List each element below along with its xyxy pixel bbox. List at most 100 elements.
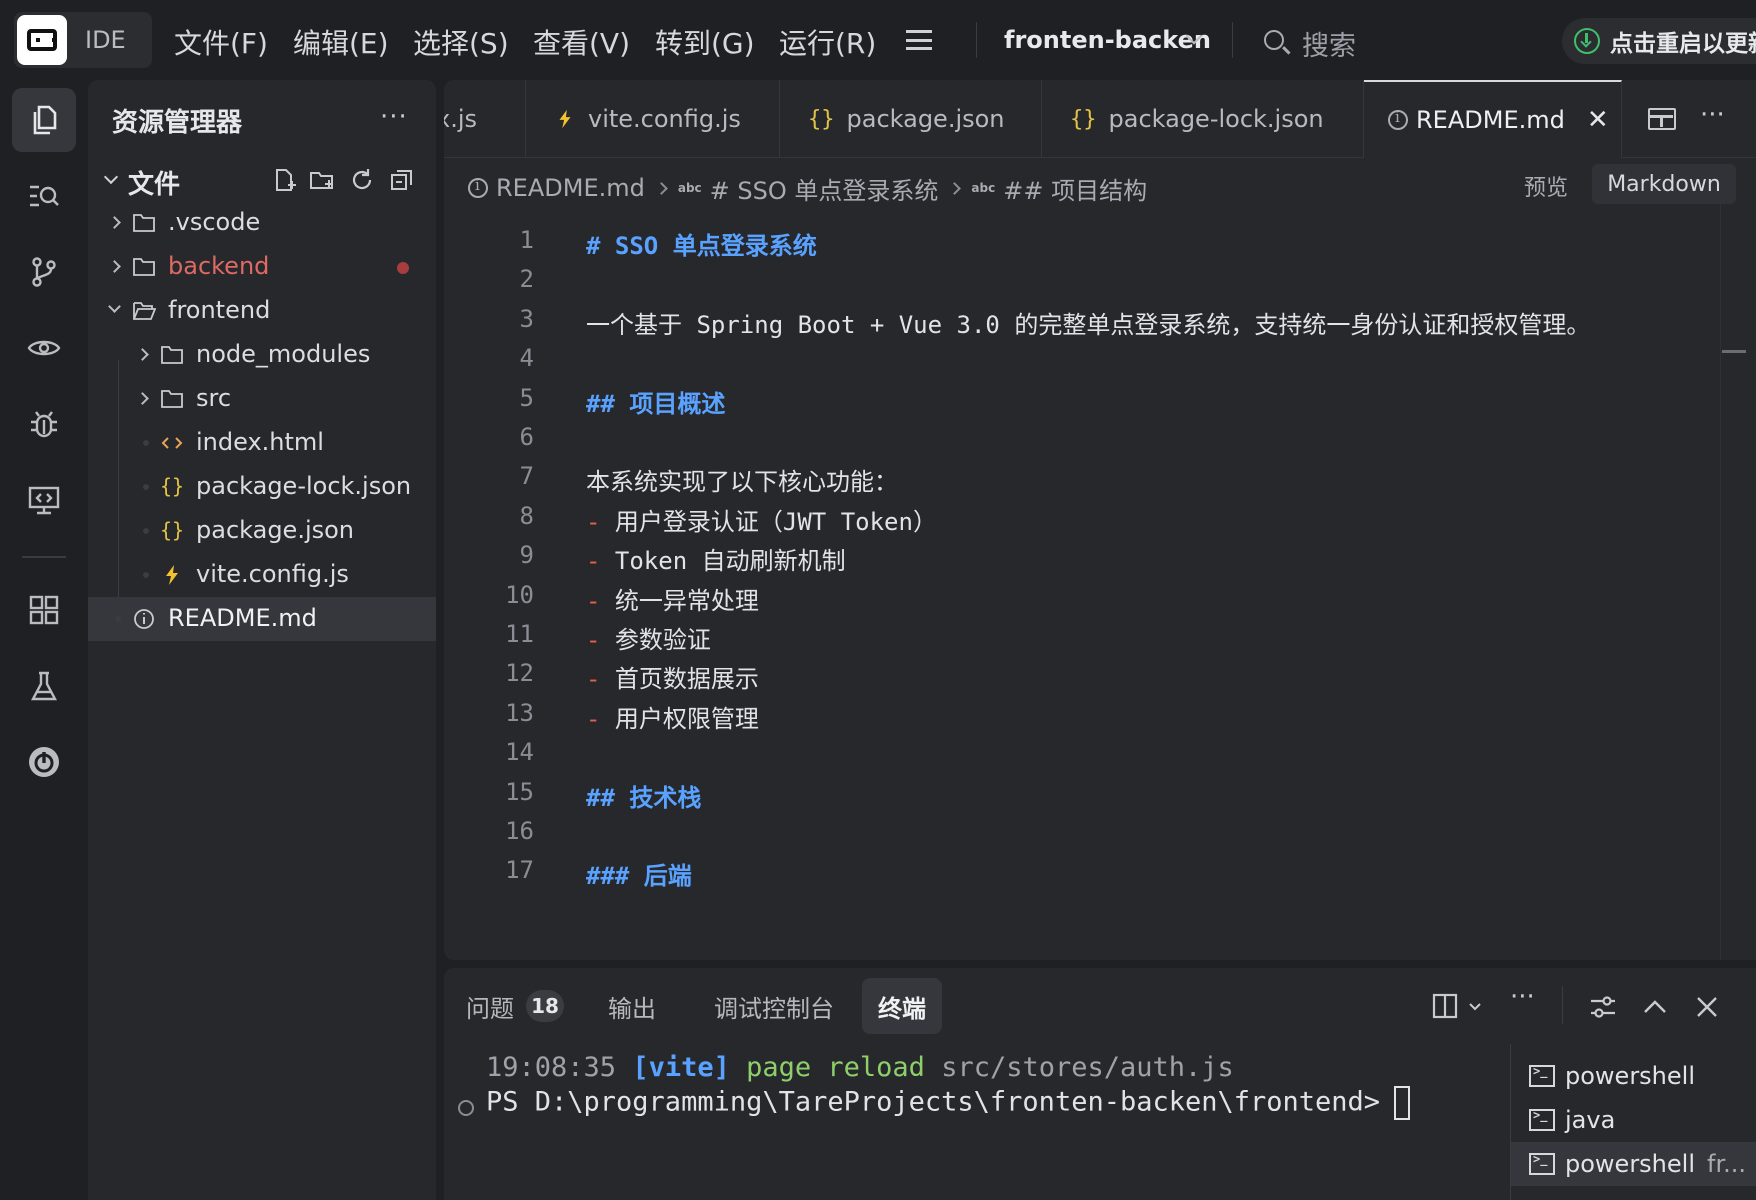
- breadcrumb-heading-2[interactable]: ## 项目结构: [1003, 171, 1147, 206]
- explorer-sidebar: 资源管理器 ··· 文件 .vscode backend frontend no…: [88, 80, 436, 1200]
- search-box[interactable]: 搜索: [1302, 24, 1356, 63]
- terminal-output[interactable]: 19:08:35 [vite] page reload src/stores/a…: [444, 1048, 1504, 1200]
- breadcrumb-file[interactable]: README.md: [496, 174, 645, 202]
- editor-tab-bar: x.js vite.config.js {} package.json {} p…: [444, 80, 1756, 158]
- tree-item-package-lock-json[interactable]: {} package-lock.json: [88, 465, 436, 509]
- tree-item-src[interactable]: src: [88, 377, 436, 421]
- remote-monitor-icon[interactable]: [12, 468, 76, 532]
- files-section-header[interactable]: 文件: [88, 160, 436, 200]
- split-terminal-icon[interactable]: [1432, 992, 1484, 1022]
- tree-item-readme[interactable]: README.md: [88, 597, 436, 641]
- menu-run[interactable]: 运行(R): [779, 22, 876, 62]
- tree-item-backend[interactable]: backend: [88, 245, 436, 289]
- extensions-icon[interactable]: [12, 578, 76, 642]
- panel-tab-label: 调试控制台: [714, 994, 834, 1023]
- breadcrumb-heading-1[interactable]: # SSO 单点登录系统: [710, 171, 939, 206]
- more-actions-icon[interactable]: ···: [380, 102, 408, 132]
- tab-package-lock-json[interactable]: {} package-lock.json: [1042, 80, 1364, 158]
- tree-item-vscode[interactable]: .vscode: [88, 201, 436, 245]
- info-icon: [468, 176, 488, 198]
- language-mode-button[interactable]: Markdown: [1592, 164, 1736, 204]
- tab-x-js[interactable]: x.js: [444, 80, 526, 158]
- debug-bug-icon[interactable]: [12, 392, 76, 456]
- tree-bullet: [143, 484, 149, 490]
- code-line[interactable]: - 首页数据展示: [586, 659, 759, 694]
- code-line[interactable]: 一个基于 Spring Boot + Vue 3.0 的完整单点登录系统，支持统…: [586, 305, 1590, 340]
- tab-debug-console[interactable]: 调试控制台: [714, 978, 834, 1034]
- close-icon[interactable]: ✕: [1587, 105, 1609, 135]
- menu-file[interactable]: 文件(F): [174, 22, 268, 62]
- activity-bar: [0, 80, 88, 1200]
- preview-eye-icon[interactable]: [12, 316, 76, 380]
- json-icon: {}: [808, 106, 835, 132]
- tree-item-index-html[interactable]: index.html: [88, 421, 436, 465]
- tab-readme[interactable]: README.md ✕: [1364, 80, 1622, 158]
- code-line[interactable]: ## 项目概述: [586, 384, 725, 419]
- code-line[interactable]: - 统一异常处理: [586, 581, 759, 616]
- restart-to-update-button[interactable]: 点击重启以更新: [1562, 18, 1756, 64]
- command-status-icon: [458, 1100, 474, 1116]
- testing-flask-icon[interactable]: [12, 654, 76, 718]
- tab-problems[interactable]: 问题 18: [466, 978, 564, 1034]
- terminal-session-powershell-active[interactable]: powershell fr...: [1511, 1142, 1756, 1186]
- tab-label: package-lock.json: [1108, 105, 1324, 133]
- tree-item-node-modules[interactable]: node_modules: [88, 333, 436, 377]
- menu-view[interactable]: 查看(V): [533, 22, 630, 62]
- code-line[interactable]: - 参数验证: [586, 620, 711, 655]
- tree-item-vite-config[interactable]: vite.config.js: [88, 553, 436, 597]
- terminal-session-java[interactable]: java: [1511, 1098, 1756, 1142]
- ide-logo-block[interactable]: IDE: [14, 12, 152, 68]
- preview-button[interactable]: 预览: [1524, 170, 1568, 202]
- tab-package-json[interactable]: {} package.json: [780, 80, 1042, 158]
- scrollbar-thumb[interactable]: [1722, 350, 1746, 353]
- tab-vite-config[interactable]: vite.config.js: [526, 80, 780, 158]
- panel-settings-icon[interactable]: [1588, 992, 1618, 1022]
- list-marker: -: [586, 547, 615, 576]
- explorer-icon[interactable]: [12, 88, 76, 152]
- terminal-session-powershell[interactable]: powershell: [1511, 1054, 1756, 1098]
- more-menu-icon[interactable]: [906, 30, 932, 50]
- maximize-panel-icon[interactable]: [1640, 992, 1670, 1022]
- new-file-icon[interactable]: [270, 166, 298, 194]
- code-line[interactable]: - Token 自动刷新机制: [586, 541, 846, 576]
- new-folder-icon[interactable]: [308, 166, 336, 194]
- code-line[interactable]: - 用户登录认证（JWT Token）: [586, 502, 937, 537]
- close-panel-icon[interactable]: [1692, 992, 1722, 1022]
- menu-goto[interactable]: 转到(G): [655, 22, 755, 62]
- tree-item-package-json[interactable]: {} package.json: [88, 509, 436, 553]
- search-files-icon[interactable]: [12, 164, 76, 228]
- menu-edit[interactable]: 编辑(E): [293, 22, 389, 62]
- tree-item-label: backend: [168, 252, 270, 280]
- code-line[interactable]: - 用户权限管理: [586, 699, 759, 734]
- json-icon: {}: [1070, 106, 1097, 132]
- chevron-right-icon: [108, 260, 121, 273]
- code-line[interactable]: ### 后端: [586, 856, 692, 891]
- prompt-text: PS D:\programming\TareProjects\fronten-b…: [486, 1086, 1381, 1118]
- code-line[interactable]: # SSO 单点登录系统: [586, 226, 817, 261]
- tab-output[interactable]: 输出: [608, 978, 656, 1034]
- code-editor[interactable]: 1 # SSO 单点登录系统 2 3 一个基于 Spring Boot + Vue 3.…: [444, 218, 1724, 960]
- tab-terminal[interactable]: 终端: [862, 978, 942, 1034]
- code-line[interactable]: ## 技术栈: [586, 778, 701, 813]
- line-number: 11: [505, 620, 534, 648]
- tree-item-frontend[interactable]: frontend: [88, 289, 436, 333]
- refresh-icon[interactable]: [348, 166, 376, 194]
- line-number: 3: [519, 304, 534, 333]
- menu-select[interactable]: 选择(S): [413, 22, 509, 62]
- json-icon: {}: [160, 474, 185, 498]
- editor-scrollbar[interactable]: [1720, 204, 1721, 960]
- project-name[interactable]: fronten-backen: [1004, 26, 1211, 54]
- session-extra: fr...: [1707, 1150, 1746, 1178]
- source-control-icon[interactable]: [12, 240, 76, 304]
- info-icon: [1388, 108, 1408, 130]
- line-number: 10: [505, 580, 534, 609]
- more-actions-icon[interactable]: ···: [1700, 100, 1725, 130]
- spring-boot-icon[interactable]: [12, 730, 76, 794]
- code-line[interactable]: 本系统实现了以下核心功能：: [586, 462, 898, 497]
- folder-icon: [161, 390, 183, 408]
- more-actions-icon[interactable]: ···: [1510, 982, 1535, 1012]
- tree-item-label: index.html: [196, 428, 324, 456]
- collapse-all-icon[interactable]: [388, 166, 416, 194]
- search-icon[interactable]: [1264, 30, 1284, 50]
- split-layout-icon[interactable]: [1648, 108, 1676, 130]
